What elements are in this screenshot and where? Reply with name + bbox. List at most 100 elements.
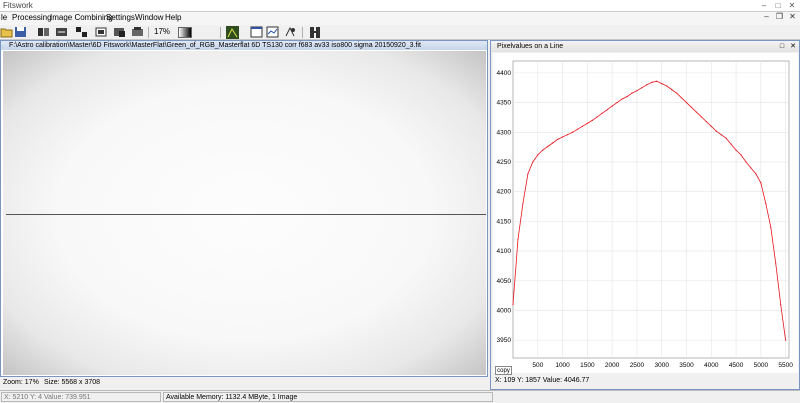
data-point bbox=[730, 143, 732, 145]
x-tick-label: 2500 bbox=[630, 362, 645, 369]
child-restore-icon[interactable]: ❐ bbox=[773, 12, 786, 24]
data-point bbox=[596, 116, 598, 118]
data-point bbox=[631, 92, 633, 94]
plot-close-icon[interactable]: ✕ bbox=[788, 42, 798, 51]
data-point bbox=[785, 339, 787, 341]
y-tick-label: 4250 bbox=[497, 159, 512, 166]
data-point bbox=[571, 131, 574, 133]
data-point bbox=[780, 303, 782, 306]
data-point bbox=[755, 173, 757, 175]
data-point bbox=[760, 182, 762, 184]
status-coords: X: 5210 Y: 4 Value: 739.951 bbox=[1, 392, 161, 402]
app-titlebar: Fitswork – □ ✕ bbox=[0, 0, 800, 12]
data-point bbox=[715, 130, 717, 132]
data-point bbox=[557, 138, 559, 141]
data-point bbox=[616, 101, 618, 104]
data-point bbox=[566, 134, 569, 136]
x-tick-label: 3000 bbox=[654, 362, 669, 369]
data-point bbox=[641, 87, 643, 89]
status-memory: Available Memory: 1132.4 MByte, 1 Image bbox=[163, 392, 493, 402]
y-tick-label: 4050 bbox=[497, 278, 512, 285]
app-title: Fitswork bbox=[3, 1, 33, 10]
data-point bbox=[537, 154, 539, 156]
line-chart: 3950 4000 4050 4100 4150 4200 4250 4300 4350 4400… bbox=[497, 60, 793, 369]
data-point bbox=[522, 202, 524, 205]
data-point bbox=[626, 96, 628, 98]
histogram-icon[interactable] bbox=[226, 26, 239, 39]
open-folder-icon[interactable] bbox=[0, 26, 13, 38]
data-point bbox=[512, 303, 514, 306]
child-close-icon[interactable]: ✕ bbox=[786, 12, 799, 24]
image-window: F:\Astro calibration\Master\6D Fitswork\… bbox=[0, 40, 488, 377]
data-point bbox=[547, 145, 549, 148]
exit-icon[interactable] bbox=[309, 26, 322, 38]
data-point bbox=[700, 116, 702, 118]
y-tick-label: 3950 bbox=[497, 337, 512, 344]
toolbar-separator bbox=[148, 27, 149, 38]
minimize-icon[interactable]: – bbox=[758, 0, 770, 11]
image-window-title: F:\Astro calibration\Master\6D Fitswork\… bbox=[1, 41, 487, 50]
data-point bbox=[586, 122, 588, 124]
child-minimize-icon[interactable]: – bbox=[760, 12, 773, 24]
line-profile-icon[interactable] bbox=[266, 26, 279, 38]
data-point bbox=[720, 134, 722, 136]
data-point bbox=[695, 111, 698, 113]
data-point bbox=[601, 112, 603, 114]
x-tick-label: 2000 bbox=[605, 362, 620, 369]
y-tick-label: 4350 bbox=[497, 100, 512, 107]
menu-help[interactable]: Help bbox=[165, 13, 181, 22]
flat-image[interactable] bbox=[3, 51, 486, 375]
y-tick-label: 4400 bbox=[497, 70, 512, 77]
data-point bbox=[675, 92, 678, 94]
data-point bbox=[646, 84, 648, 86]
save-icon[interactable] bbox=[14, 26, 27, 38]
window-view-icon[interactable] bbox=[250, 26, 263, 38]
data-point bbox=[591, 119, 593, 121]
tool6-icon[interactable] bbox=[131, 26, 144, 38]
plot-restore-icon[interactable]: □ bbox=[777, 42, 787, 51]
x-tick-label: 1500 bbox=[580, 362, 595, 369]
data-point bbox=[611, 105, 613, 107]
menu-window[interactable]: Window bbox=[135, 13, 163, 22]
x-tick-label: 3500 bbox=[679, 362, 694, 369]
y-tick-label: 4000 bbox=[497, 307, 512, 314]
tool2-icon[interactable] bbox=[55, 26, 68, 38]
menu-image-combining[interactable]: Image Combining bbox=[50, 13, 113, 22]
data-point bbox=[606, 109, 608, 111]
y-tick-label: 4100 bbox=[497, 248, 512, 255]
data-point bbox=[636, 90, 638, 92]
tool3-icon[interactable] bbox=[75, 26, 88, 38]
status-bar: X: 5210 Y: 4 Value: 739.951 Available Me… bbox=[0, 390, 800, 403]
data-point bbox=[532, 161, 534, 163]
menu-file[interactable]: le bbox=[1, 13, 7, 22]
plot-window-title: Pixelvalues on a Line bbox=[491, 41, 799, 52]
menu-settings[interactable]: Settings bbox=[106, 13, 135, 22]
data-point bbox=[656, 80, 658, 82]
data-point bbox=[542, 149, 544, 151]
star-tool-icon[interactable] bbox=[284, 26, 297, 38]
gradient-icon[interactable] bbox=[178, 27, 192, 38]
data-point bbox=[666, 85, 668, 87]
data-point bbox=[671, 88, 673, 91]
tool5-icon[interactable] bbox=[113, 26, 126, 38]
toolbar-separator bbox=[220, 27, 221, 38]
data-point bbox=[661, 82, 663, 85]
x-tick-label: 4500 bbox=[729, 362, 744, 369]
y-tick-label: 4300 bbox=[497, 129, 512, 136]
menu-processing[interactable]: Processing bbox=[12, 13, 52, 22]
plot-readout: X: 109 Y: 1857 Value: 4046.77 bbox=[495, 377, 590, 384]
data-point bbox=[765, 202, 767, 205]
tool1-icon[interactable] bbox=[37, 26, 50, 38]
data-point bbox=[527, 173, 529, 175]
menu-bar: le Processing Image Combining Settings W… bbox=[0, 12, 800, 25]
data-point bbox=[576, 128, 579, 130]
maximize-icon[interactable]: □ bbox=[772, 0, 784, 11]
profile-line bbox=[6, 214, 486, 215]
status-zoom: Zoom: 17% bbox=[3, 379, 39, 386]
close-icon[interactable]: ✕ bbox=[786, 0, 798, 11]
data-point bbox=[725, 137, 727, 139]
y-tick-label: 4150 bbox=[497, 218, 512, 225]
tool4-icon[interactable] bbox=[95, 26, 108, 38]
data-point bbox=[745, 161, 747, 163]
copy-button[interactable]: copy bbox=[495, 366, 512, 375]
